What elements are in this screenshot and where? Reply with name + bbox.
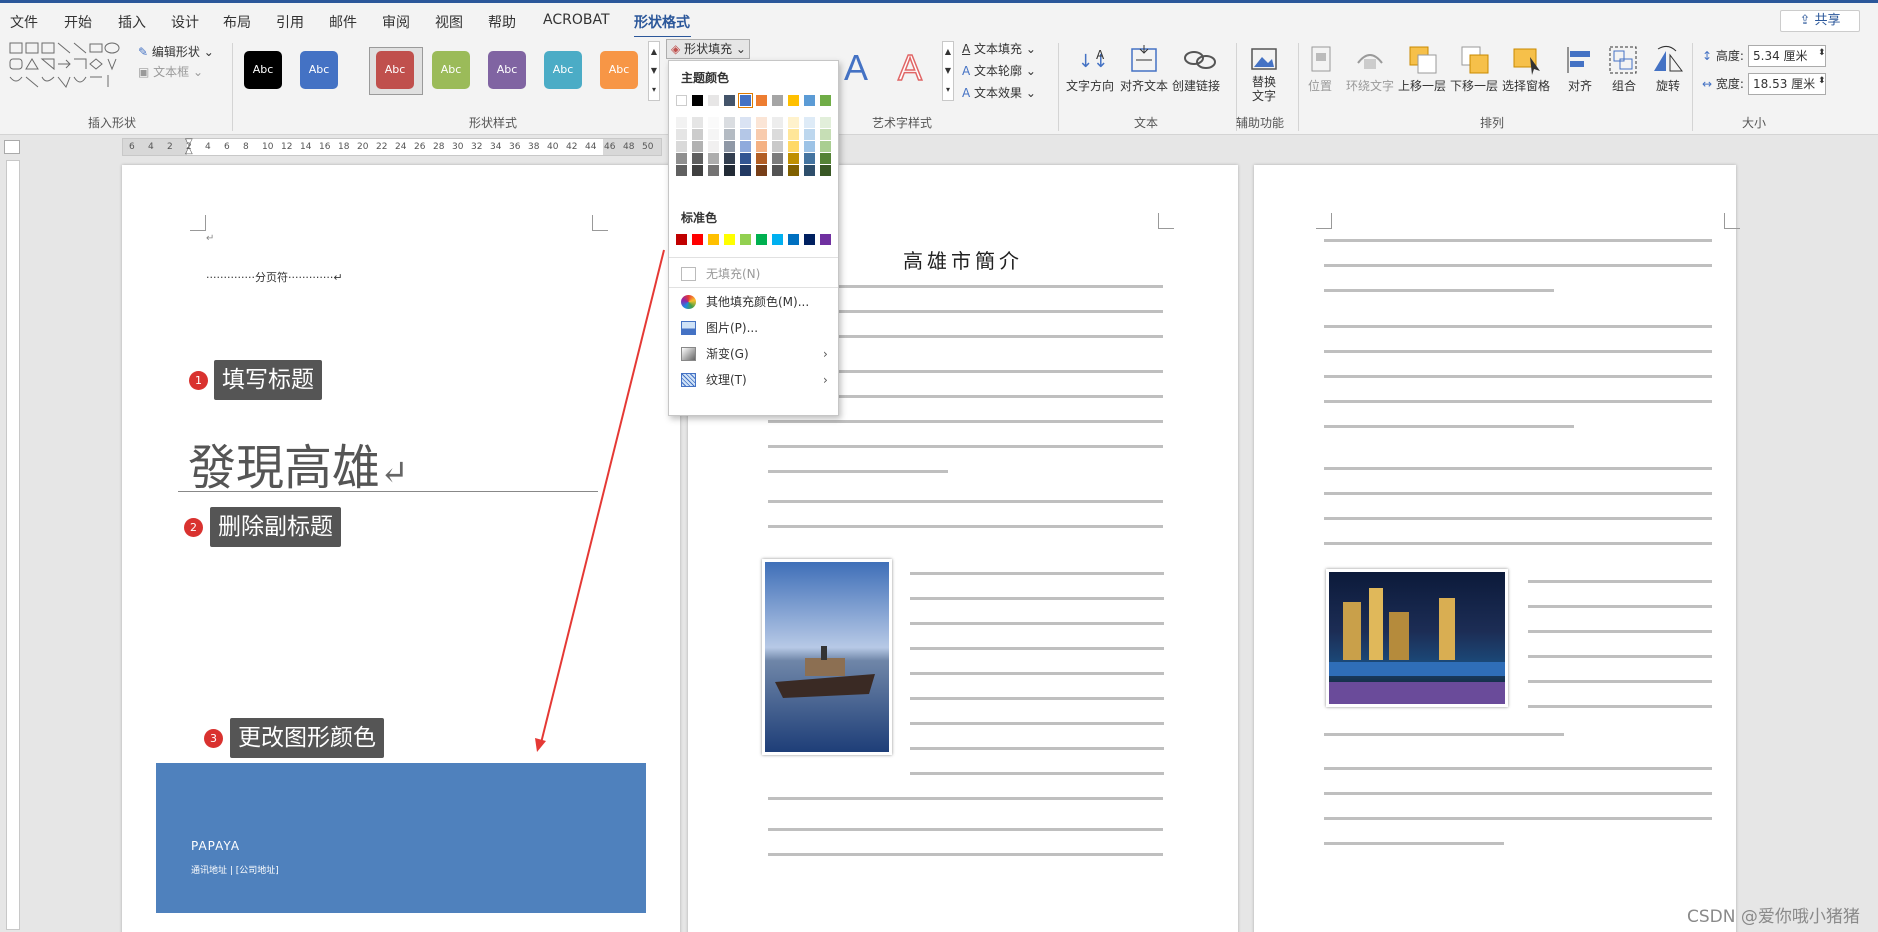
theme-color-shade[interactable] [708, 117, 719, 128]
gradient-icon [681, 347, 696, 361]
theme-color-shade[interactable] [756, 153, 767, 164]
picture-icon [681, 321, 696, 335]
theme-color-shade[interactable] [804, 129, 815, 140]
standard-color-swatch[interactable] [740, 234, 751, 245]
no-fill-label: 无填充(N) [706, 267, 761, 281]
no-fill-icon [681, 267, 696, 281]
standard-color-swatch[interactable] [724, 234, 735, 245]
theme-color-swatch[interactable] [820, 95, 831, 106]
theme-color-shade[interactable] [756, 165, 767, 176]
theme-color-shade[interactable] [724, 141, 735, 152]
theme-color-shade[interactable] [820, 165, 831, 176]
texture-fill-item[interactable]: 纹理(T) › [669, 367, 838, 393]
theme-color-shade[interactable] [804, 141, 815, 152]
standard-color-swatch[interactable] [772, 234, 783, 245]
theme-color-shade[interactable] [804, 153, 815, 164]
theme-color-shade[interactable] [820, 141, 831, 152]
no-fill-item[interactable]: 无填充(N) [669, 261, 838, 287]
theme-color-swatch[interactable] [708, 95, 719, 106]
theme-color-shade[interactable] [676, 165, 687, 176]
picture-fill-label: 图片(P)... [706, 321, 759, 335]
picture-fill-item[interactable]: 图片(P)... [669, 315, 838, 341]
theme-color-shade[interactable] [772, 129, 783, 140]
texture-fill-label: 纹理(T) [706, 373, 747, 387]
theme-colors-heading: 主题颜色 [681, 71, 730, 85]
theme-color-shade[interactable] [708, 165, 719, 176]
theme-color-shade[interactable] [788, 153, 799, 164]
theme-color-swatch[interactable] [724, 95, 735, 106]
theme-color-shade[interactable] [740, 141, 751, 152]
theme-color-shade[interactable] [740, 165, 751, 176]
theme-color-shade[interactable] [820, 129, 831, 140]
theme-color-swatch[interactable] [676, 95, 687, 106]
theme-color-shade[interactable] [692, 141, 703, 152]
shape-fill-dropdown: 主题颜色 标准色 无填充(N) 其他填充颜色(M)... 图片(P)... 渐变… [668, 60, 839, 416]
theme-color-shade[interactable] [692, 117, 703, 128]
theme-color-shade[interactable] [740, 129, 751, 140]
theme-color-shade[interactable] [788, 117, 799, 128]
theme-color-shade[interactable] [788, 141, 799, 152]
theme-color-swatch[interactable] [804, 95, 815, 106]
theme-color-shade[interactable] [772, 153, 783, 164]
chevron-right-icon: › [823, 347, 828, 361]
theme-color-shade[interactable] [676, 141, 687, 152]
theme-color-shade[interactable] [692, 129, 703, 140]
theme-color-shade[interactable] [820, 153, 831, 164]
texture-icon [681, 373, 696, 387]
gradient-fill-label: 渐变(G) [706, 347, 749, 361]
theme-color-shade[interactable] [756, 129, 767, 140]
theme-color-shade[interactable] [772, 117, 783, 128]
theme-color-swatch[interactable] [756, 95, 767, 106]
standard-color-swatch[interactable] [756, 234, 767, 245]
theme-color-shade[interactable] [724, 165, 735, 176]
chevron-right-icon: › [823, 373, 828, 387]
theme-color-shade[interactable] [708, 129, 719, 140]
theme-color-shade[interactable] [756, 141, 767, 152]
theme-color-shade[interactable] [724, 117, 735, 128]
standard-color-swatch[interactable] [676, 234, 687, 245]
more-fill-colors-item[interactable]: 其他填充颜色(M)... [669, 289, 838, 315]
theme-color-shade[interactable] [740, 117, 751, 128]
standard-colors-heading: 标准色 [681, 211, 718, 225]
theme-color-shade[interactable] [804, 117, 815, 128]
theme-color-shade[interactable] [692, 165, 703, 176]
theme-color-swatch[interactable] [692, 95, 703, 106]
theme-color-shade[interactable] [708, 141, 719, 152]
standard-color-swatch[interactable] [804, 234, 815, 245]
standard-color-swatch[interactable] [788, 234, 799, 245]
menu-separator [669, 287, 838, 288]
theme-color-shade[interactable] [708, 153, 719, 164]
theme-color-shade[interactable] [772, 141, 783, 152]
theme-color-shade[interactable] [692, 153, 703, 164]
annotation-arrow [535, 249, 665, 752]
theme-color-shade[interactable] [788, 165, 799, 176]
menu-separator [669, 257, 838, 258]
theme-color-swatch[interactable] [788, 95, 799, 106]
theme-color-shade[interactable] [740, 153, 751, 164]
theme-color-shade[interactable] [788, 129, 799, 140]
theme-color-shade[interactable] [724, 153, 735, 164]
theme-color-swatch[interactable] [772, 95, 783, 106]
theme-color-shade[interactable] [804, 165, 815, 176]
gradient-fill-item[interactable]: 渐变(G) › [669, 341, 838, 367]
standard-color-swatch[interactable] [708, 234, 719, 245]
standard-color-swatch[interactable] [820, 234, 831, 245]
watermark: CSDN @爱你哦小猪猪 [1687, 907, 1860, 927]
standard-color-swatch[interactable] [692, 234, 703, 245]
theme-color-shade[interactable] [676, 117, 687, 128]
more-fill-colors-label: 其他填充颜色(M)... [706, 295, 810, 309]
theme-color-shade[interactable] [724, 129, 735, 140]
palette-icon [681, 295, 696, 309]
theme-color-shade[interactable] [820, 117, 831, 128]
theme-color-shade[interactable] [676, 153, 687, 164]
theme-color-shade[interactable] [676, 129, 687, 140]
selected-color-highlight [738, 93, 753, 108]
theme-color-shade[interactable] [772, 165, 783, 176]
theme-color-shade[interactable] [756, 117, 767, 128]
